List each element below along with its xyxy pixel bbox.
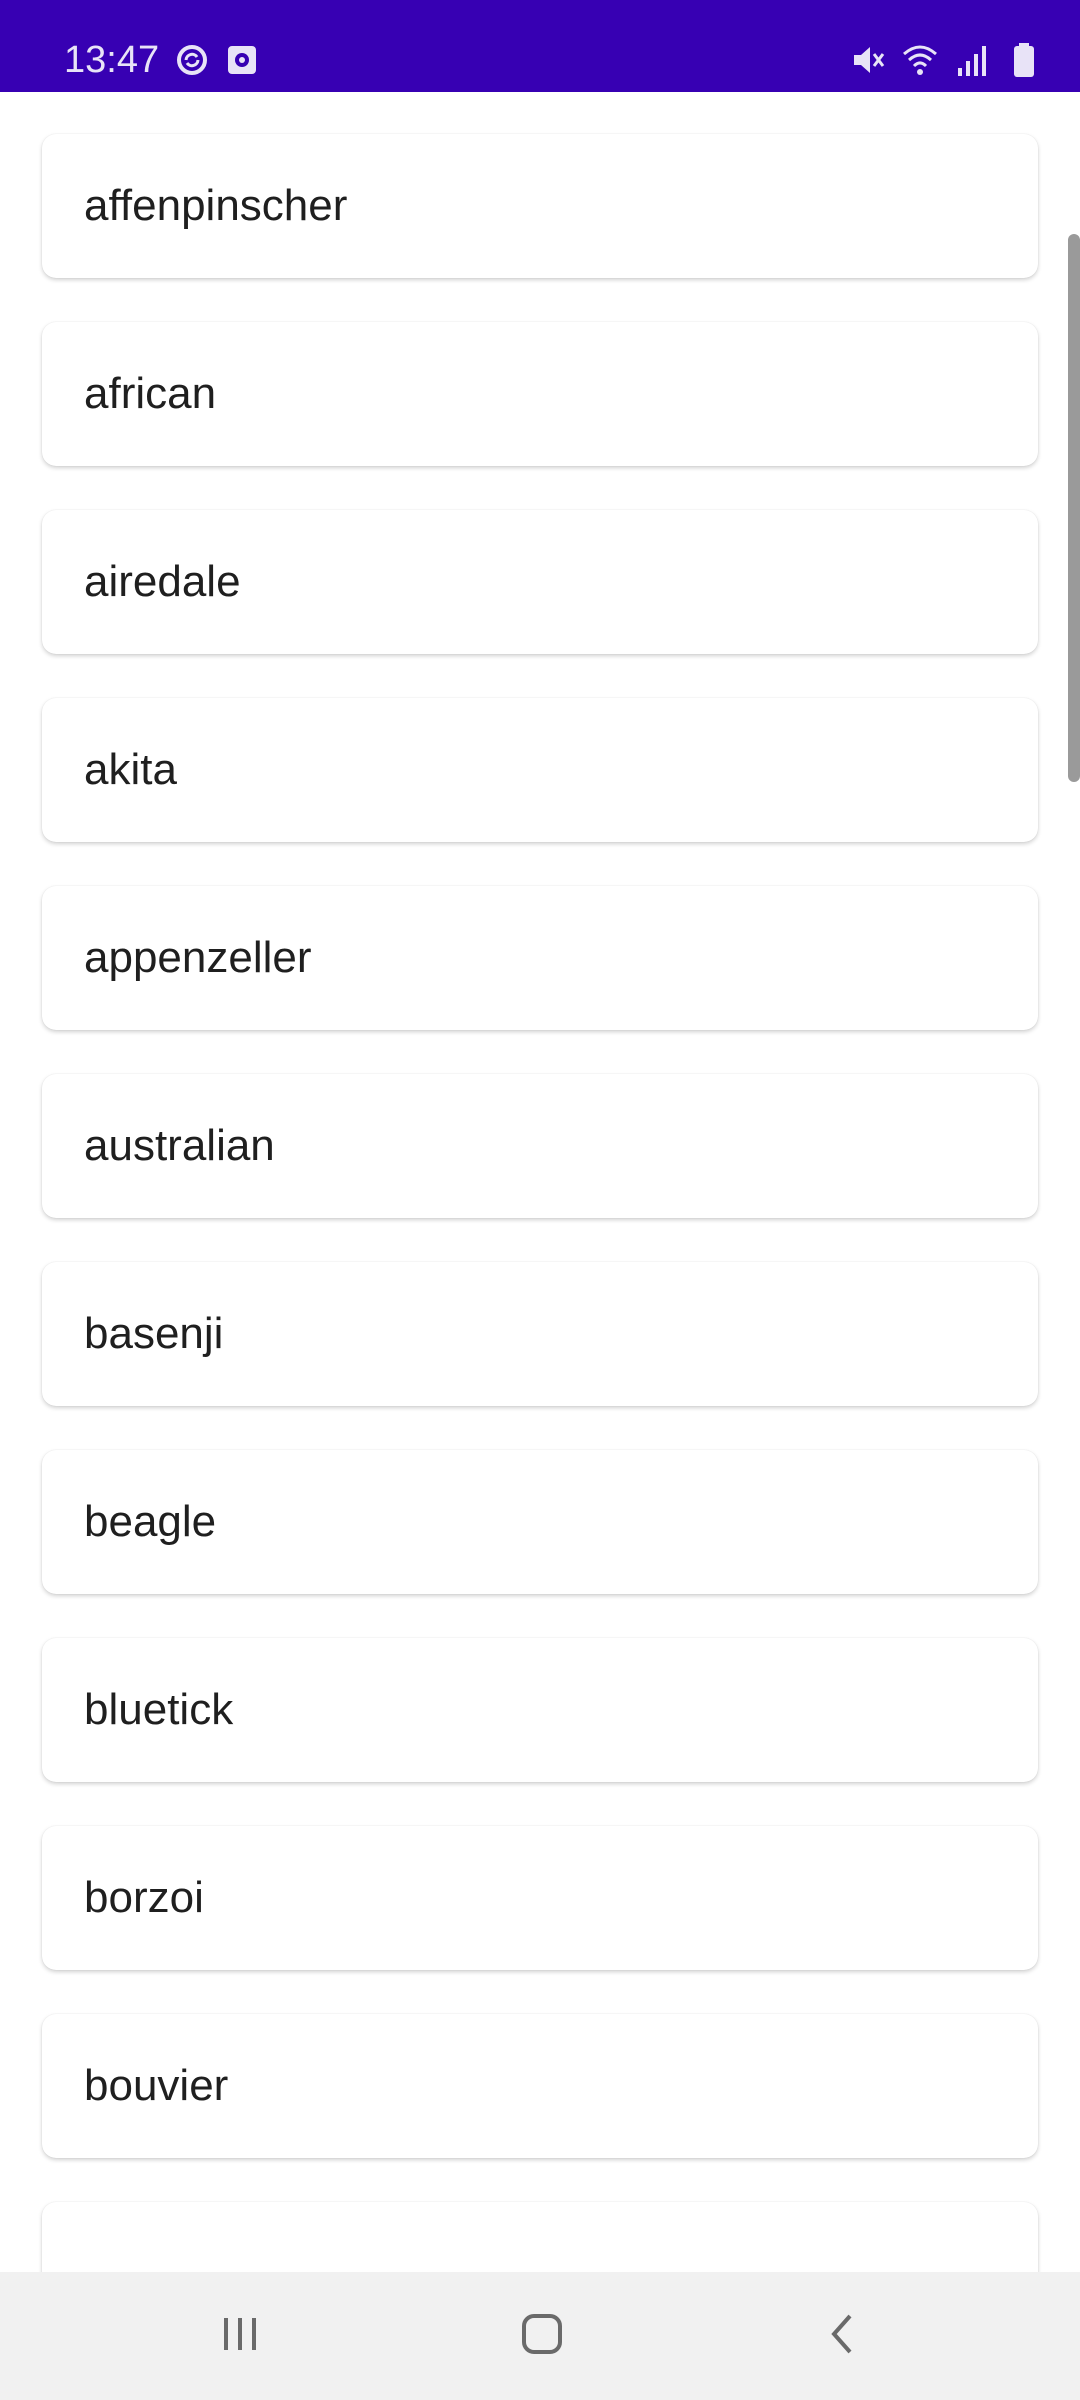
home-button[interactable] bbox=[502, 2296, 582, 2376]
list-item-partial[interactable] bbox=[42, 2202, 1038, 2272]
recents-icon bbox=[218, 2312, 262, 2361]
list-item[interactable]: borzoi bbox=[42, 1826, 1038, 1970]
home-icon bbox=[520, 2312, 564, 2361]
scrollbar[interactable] bbox=[1068, 234, 1080, 782]
list-item-label: affenpinscher bbox=[84, 181, 348, 230]
recents-button[interactable] bbox=[200, 2296, 280, 2376]
list-item-label: bouvier bbox=[84, 2061, 229, 2110]
back-icon bbox=[822, 2312, 866, 2361]
list-item-label: airedale bbox=[84, 557, 241, 606]
list-item-label: appenzeller bbox=[84, 933, 312, 982]
status-time: 13:47 bbox=[64, 39, 160, 81]
list-item[interactable]: bouvier bbox=[42, 2014, 1038, 2158]
status-bar: 13:47 bbox=[0, 0, 1080, 92]
list-item-label: basenji bbox=[84, 1309, 224, 1358]
battery-icon bbox=[1006, 42, 1042, 78]
status-left-icons bbox=[174, 42, 260, 78]
list-item[interactable]: affenpinscher bbox=[42, 134, 1038, 278]
breed-list-area[interactable]: affenpinscher african airedale akita app… bbox=[0, 92, 1080, 2272]
list-item-label: akita bbox=[84, 745, 177, 794]
list-item[interactable]: beagle bbox=[42, 1450, 1038, 1594]
cellular-signal-icon bbox=[954, 42, 990, 78]
mute-icon bbox=[850, 42, 886, 78]
list-item[interactable]: basenji bbox=[42, 1262, 1038, 1406]
breed-list: affenpinscher african airedale akita app… bbox=[42, 134, 1038, 2272]
navigation-bar bbox=[0, 2272, 1080, 2400]
list-item-label: african bbox=[84, 369, 217, 418]
list-item-label: borzoi bbox=[84, 1873, 204, 1922]
list-item-label: beagle bbox=[84, 1497, 217, 1546]
list-item[interactable]: akita bbox=[42, 698, 1038, 842]
list-item-label: australian bbox=[84, 1121, 275, 1170]
sync-icon bbox=[174, 42, 210, 78]
back-button[interactable] bbox=[804, 2296, 884, 2376]
list-item[interactable]: australian bbox=[42, 1074, 1038, 1218]
list-item-label: bluetick bbox=[84, 1685, 234, 1734]
wifi-icon bbox=[902, 42, 938, 78]
list-item[interactable]: appenzeller bbox=[42, 886, 1038, 1030]
list-item[interactable]: african bbox=[42, 322, 1038, 466]
screen-recorder-icon bbox=[224, 42, 260, 78]
list-item[interactable]: airedale bbox=[42, 510, 1038, 654]
status-right-icons bbox=[850, 42, 1042, 78]
list-item[interactable]: bluetick bbox=[42, 1638, 1038, 1782]
